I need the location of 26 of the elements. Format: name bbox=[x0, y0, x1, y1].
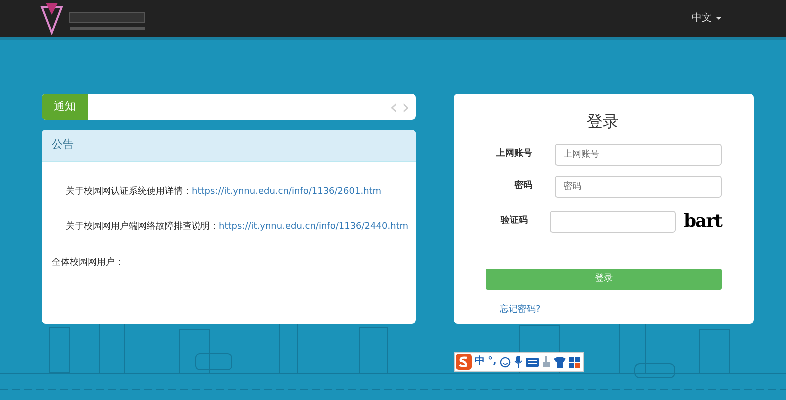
account-field[interactable]: 上网账号 bbox=[554, 144, 722, 166]
password-field[interactable]: 密码 bbox=[554, 176, 722, 198]
announcement-link[interactable]: https://it.ynnu.edu.cn/info/1136/2601.htm bbox=[192, 186, 382, 196]
grid-icon[interactable] bbox=[568, 356, 580, 368]
announcement-link[interactable]: https://it.ynnu.edu.cn/info/1136/2440.htm bbox=[219, 222, 409, 232]
field-label: 验证码 bbox=[500, 214, 528, 228]
announcement-line: 关于校园网认证系统使用详情：https://it.ynnu.edu.cn/info/1136/2601.htm bbox=[66, 186, 383, 198]
forgot-password-link[interactable]: 忘记密码? bbox=[500, 304, 541, 318]
captcha-image[interactable]: bart bbox=[684, 208, 722, 235]
punctuation-toggle[interactable]: °, bbox=[488, 357, 497, 367]
announcement-line: 关于校园网用户端网络故障排查说明：https://it.ynnu.edu.cn/info/1136/2440.htm bbox=[66, 221, 406, 234]
login-title: 登录 bbox=[586, 111, 620, 133]
notice-tab[interactable]: 通知 bbox=[42, 94, 88, 120]
input-mode-toggle[interactable]: 中 bbox=[475, 357, 485, 367]
ime-logo-icon[interactable] bbox=[456, 354, 472, 370]
field-label: 上网账号 bbox=[496, 148, 533, 162]
microphone-icon[interactable] bbox=[514, 356, 523, 368]
field-label: 密码 bbox=[514, 180, 533, 194]
keyboard-icon[interactable] bbox=[526, 358, 539, 366]
emoji-icon[interactable] bbox=[500, 356, 511, 368]
login-button[interactable]: 登录 bbox=[486, 269, 722, 290]
language-dropdown[interactable]: 中文 bbox=[690, 9, 724, 28]
captcha-field[interactable] bbox=[550, 210, 676, 232]
announcement-header: 公告 bbox=[42, 130, 416, 162]
shirt-icon[interactable] bbox=[554, 356, 566, 368]
announcement-greeting: 全体校园网用户： bbox=[52, 256, 125, 270]
